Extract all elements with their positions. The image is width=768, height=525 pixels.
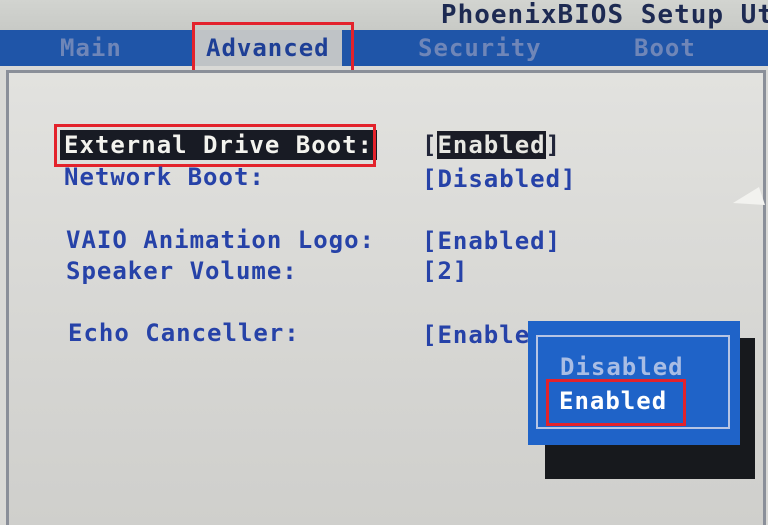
scroll-indicator-icon: [733, 187, 765, 205]
vaio-animation-logo-label[interactable]: VAIO Animation Logo:: [66, 225, 375, 255]
echo-canceller-value[interactable]: [Enable: [422, 320, 530, 350]
external-drive-boot-value[interactable]: [Enabled]: [422, 130, 561, 160]
popup-option-enabled[interactable]: Enabled: [559, 386, 667, 416]
echo-canceller-label[interactable]: Echo Canceller:: [68, 318, 300, 348]
tab-main[interactable]: Main: [60, 30, 122, 66]
network-boot-label[interactable]: Network Boot:: [64, 162, 265, 192]
popup-option-disabled[interactable]: Disabled: [560, 352, 684, 382]
network-boot-value[interactable]: [Disabled]: [422, 164, 577, 194]
bios-title: PhoenixBIOS Setup Ut: [440, 0, 768, 30]
menu-bar: Main Advanced Security Boot: [0, 30, 768, 66]
external-drive-boot-value-text: Enabled: [437, 131, 546, 159]
external-drive-boot-label[interactable]: External Drive Boot:: [60, 130, 377, 160]
tab-advanced[interactable]: Advanced: [194, 30, 342, 66]
tab-security[interactable]: Security: [418, 30, 542, 66]
tab-boot[interactable]: Boot: [634, 30, 696, 66]
title-strip: PhoenixBIOS Setup Ut: [0, 0, 768, 30]
bracket-open: [: [422, 131, 438, 159]
bracket-close: ]: [545, 131, 562, 159]
speaker-volume-label[interactable]: Speaker Volume:: [66, 256, 298, 286]
option-popup: [528, 321, 740, 445]
speaker-volume-value[interactable]: [2]: [422, 256, 468, 286]
vaio-animation-logo-value[interactable]: [Enabled]: [422, 226, 561, 256]
